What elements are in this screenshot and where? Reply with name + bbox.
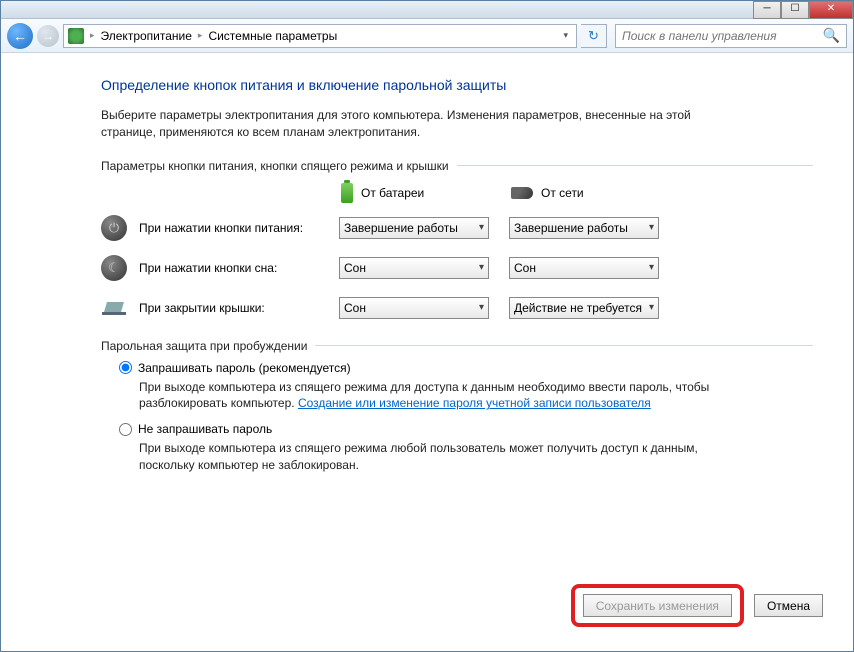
search-input[interactable] (622, 29, 823, 43)
password-section: Запрашивать пароль (рекомендуется) При в… (101, 361, 813, 474)
lid-battery-select[interactable]: Сон (339, 297, 489, 319)
laptop-lid-icon (101, 295, 127, 321)
footer-buttons: Сохранить изменения Отмена (571, 584, 823, 627)
sleep-battery-select[interactable]: Сон (339, 257, 489, 279)
content-area: Определение кнопок питания и включение п… (1, 53, 853, 573)
back-button[interactable]: ← (7, 23, 33, 49)
row-label: При нажатии кнопки сна: (139, 261, 339, 275)
cancel-button[interactable]: Отмена (754, 594, 823, 617)
window-controls: ─ ☐ ✕ (753, 1, 853, 19)
maximize-button[interactable]: ☐ (781, 1, 809, 19)
no-password-input[interactable] (119, 423, 132, 436)
battery-icon (341, 183, 353, 203)
save-highlight: Сохранить изменения (571, 584, 744, 627)
intro-text: Выберите параметры электропитания для эт… (101, 107, 741, 141)
sleep-button-icon: ☾ (101, 255, 127, 281)
search-icon[interactable]: 🔍 (823, 27, 840, 44)
no-password-radio[interactable]: Не запрашивать пароль (119, 422, 813, 436)
page-title: Определение кнопок питания и включение п… (101, 77, 813, 93)
battery-column-header: От батареи (341, 183, 491, 203)
search-box[interactable]: 🔍 (615, 24, 847, 48)
close-button[interactable]: ✕ (809, 1, 853, 19)
navbar: ← → ▸ Электропитание ▸ Системные парамет… (1, 19, 853, 53)
require-password-desc: При выходе компьютера из спящего режима … (139, 379, 719, 413)
lid-ac-select[interactable]: Действие не требуется (509, 297, 659, 319)
minimize-button[interactable]: ─ (753, 1, 781, 19)
breadcrumb-sep-icon: ▸ (198, 30, 203, 41)
breadcrumb-item[interactable]: Электропитание (101, 29, 192, 43)
forward-button: → (37, 25, 59, 47)
row-label: При закрытии крышки: (139, 301, 339, 315)
change-password-link[interactable]: Создание или изменение пароля учетной за… (298, 396, 651, 410)
address-dropdown-icon[interactable]: ▾ (559, 30, 572, 41)
power-button-icon: ⏻ (101, 215, 127, 241)
refresh-button[interactable]: ↻ (581, 24, 607, 48)
require-password-radio[interactable]: Запрашивать пароль (рекомендуется) (119, 361, 813, 375)
power-settings-grid: От батареи От сети ⏻ При нажатии кнопки … (101, 183, 813, 321)
no-password-desc: При выходе компьютера из спящего режима … (139, 440, 719, 474)
power-button-row: ⏻ При нажатии кнопки питания: Завершение… (101, 215, 813, 241)
ac-column-header: От сети (511, 183, 661, 203)
titlebar: ─ ☐ ✕ (1, 1, 853, 19)
sleep-ac-select[interactable]: Сон (509, 257, 659, 279)
buttons-section-title: Параметры кнопки питания, кнопки спящего… (101, 159, 813, 173)
column-headers: От батареи От сети (341, 183, 813, 203)
breadcrumb-item[interactable]: Системные параметры (208, 29, 337, 43)
password-section-title: Парольная защита при пробуждении (101, 339, 813, 353)
sleep-button-row: ☾ При нажатии кнопки сна: Сон Сон (101, 255, 813, 281)
address-bar[interactable]: ▸ Электропитание ▸ Системные параметры ▾ (63, 24, 577, 48)
breadcrumb-sep-icon: ▸ (90, 30, 95, 41)
power-battery-select[interactable]: Завершение работы (339, 217, 489, 239)
require-password-input[interactable] (119, 361, 132, 374)
row-label: При нажатии кнопки питания: (139, 221, 339, 235)
lid-close-row: При закрытии крышки: Сон Действие не тре… (101, 295, 813, 321)
window: ─ ☐ ✕ ← → ▸ Электропитание ▸ Системные п… (0, 0, 854, 652)
plug-icon (511, 187, 533, 199)
power-ac-select[interactable]: Завершение работы (509, 217, 659, 239)
save-button[interactable]: Сохранить изменения (583, 594, 732, 617)
power-options-icon (68, 28, 84, 44)
